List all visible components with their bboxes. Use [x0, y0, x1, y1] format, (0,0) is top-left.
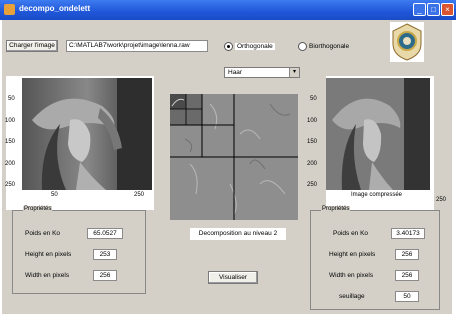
close-button[interactable]: ×: [441, 3, 454, 16]
tick-label: 100: [307, 118, 318, 124]
height-value-field[interactable]: 256: [395, 249, 419, 260]
size-label: Poids en Ko: [25, 230, 61, 237]
original-properties-panel: Propriétés Poids en Ko 65.0527 Height en…: [12, 206, 146, 294]
tick-label: 250: [307, 182, 318, 188]
threshold-label: seuillage: [339, 293, 365, 300]
tick-label: 150: [5, 139, 16, 145]
chevron-down-icon[interactable]: ▾: [289, 68, 299, 77]
orthogonal-label: Orthogonale: [235, 43, 275, 51]
biorthogonal-label: Biorthogonale: [309, 43, 350, 51]
compressed-image: [326, 78, 430, 190]
maximize-button[interactable]: □: [427, 3, 440, 16]
threshold-value-field[interactable]: 50: [395, 291, 419, 302]
emblem-logo: [390, 22, 424, 62]
wavelet-select[interactable]: Haar ▾: [224, 67, 300, 78]
app-icon: [4, 4, 15, 15]
decomposition-caption: Decomposition au niveau 2: [190, 228, 286, 240]
panel-title: Propriétés: [23, 206, 53, 212]
height-label: Height en pixels: [329, 251, 376, 258]
panel-title: Propriétés: [321, 206, 351, 212]
radio-unselected-icon: [298, 42, 307, 51]
width-label: Width en pixels: [329, 272, 374, 279]
size-label: Poids en Ko: [333, 230, 369, 237]
window-title: decompo_ondelett: [19, 4, 91, 13]
size-value-field[interactable]: 65.0527: [87, 228, 123, 239]
tick-label: 250: [5, 182, 16, 188]
tick-label: 50: [8, 96, 15, 102]
width-label: Width en pixels: [25, 272, 70, 279]
tick-label: 250: [436, 197, 447, 203]
tick-label: 50: [310, 96, 317, 102]
wavelet-select-value: Haar: [228, 69, 243, 76]
orthogonal-radio[interactable]: Orthogonale: [224, 42, 275, 51]
visualize-button[interactable]: Visualiser: [208, 271, 258, 284]
width-value-field[interactable]: 256: [93, 270, 117, 281]
maximize-icon: □: [431, 5, 436, 14]
tick-label: 200: [5, 161, 16, 167]
height-value-field[interactable]: 253: [93, 249, 117, 260]
minimize-button[interactable]: _: [413, 3, 426, 16]
radio-selected-icon: [224, 42, 233, 51]
tick-label: 100: [5, 118, 16, 124]
tick-label: 250: [134, 192, 145, 198]
file-path-field[interactable]: C:\MATLAB7\work\projet\image\lenna.raw: [66, 40, 208, 52]
title-bar: decompo_ondelett _ □ ×: [0, 0, 456, 20]
close-icon: ×: [445, 5, 450, 14]
figure-area: Charger l'image C:\MATLAB7\work\projet\i…: [2, 20, 452, 314]
original-image: [22, 78, 152, 190]
load-image-button[interactable]: Charger l'image: [6, 40, 58, 52]
size-value-field[interactable]: 3.40173: [391, 228, 425, 239]
decomposition-image: [170, 94, 298, 220]
compressed-image-caption: Image compressée: [351, 192, 403, 198]
tick-label: 150: [307, 139, 318, 145]
tick-label: 50: [51, 192, 58, 198]
biorthogonal-radio[interactable]: Biorthogonale: [298, 42, 349, 51]
minimize-icon: _: [417, 5, 422, 14]
compressed-properties-panel: Propriétés Poids en Ko 3.40173 Height en…: [310, 206, 440, 310]
width-value-field[interactable]: 256: [395, 270, 419, 281]
height-label: Height en pixels: [25, 251, 72, 258]
tick-label: 200: [307, 161, 318, 167]
